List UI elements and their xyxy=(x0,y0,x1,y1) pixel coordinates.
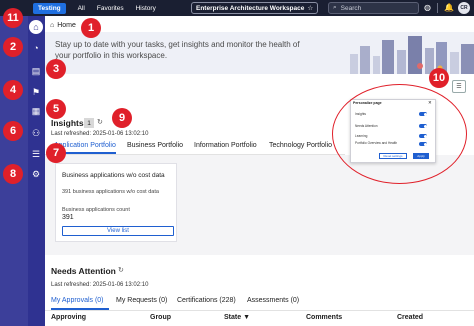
workspace-name: Enterprise Architecture Workspace xyxy=(196,4,305,12)
instance-badge: Testing xyxy=(33,2,66,14)
callout-7: 7 xyxy=(46,143,66,163)
nav-favorites[interactable]: Favorites xyxy=(97,5,124,12)
callout-11: 11 xyxy=(3,8,23,28)
callout-5: 5 xyxy=(46,99,66,119)
column-created[interactable]: Created xyxy=(397,314,423,321)
column-state[interactable]: State ▼ xyxy=(224,314,250,321)
callout-1: 1 xyxy=(81,18,101,38)
tab-certifications[interactable]: Certifications (228) xyxy=(177,297,236,304)
insights-count-badge: 1 xyxy=(84,118,94,128)
hierarchy-icon[interactable]: ⚇ xyxy=(29,126,43,140)
callout-6: 6 xyxy=(3,121,23,141)
nav-all[interactable]: All xyxy=(78,5,85,12)
tab-my-approvals[interactable]: My Approvals (0) xyxy=(51,297,104,304)
card-count-label: Business applications count xyxy=(62,207,130,213)
callout-9: 9 xyxy=(112,108,132,128)
nav-favorites-label: Favorites xyxy=(96,4,124,12)
tab-information-portfolio[interactable]: Information Portfolio xyxy=(194,142,257,149)
column-approving[interactable]: Approving xyxy=(51,314,86,321)
roadmap-icon[interactable]: ⚑ xyxy=(29,85,43,99)
insights-title: Insights xyxy=(51,118,84,128)
highlight-ellipse xyxy=(332,84,467,184)
search-icon: ⌕ xyxy=(333,4,337,11)
city-illustration xyxy=(300,32,474,74)
avatar[interactable]: CR xyxy=(458,2,470,14)
search-placeholder: Search xyxy=(340,4,362,12)
tab-business-portfolio[interactable]: Business Portfolio xyxy=(127,142,183,149)
card-title: Business applications w/o cost data xyxy=(62,172,165,179)
nav-history[interactable]: History xyxy=(136,5,156,12)
settings-icon[interactable]: ⚙ xyxy=(29,167,43,181)
column-comments[interactable]: Comments xyxy=(306,314,342,321)
breadcrumb[interactable]: ⌂ Home xyxy=(50,22,76,29)
personalize-button[interactable]: ☰ xyxy=(452,80,466,93)
column-state-label: State xyxy=(224,314,242,321)
refresh-icon[interactable]: ↻ xyxy=(97,118,103,126)
callout-10: 10 xyxy=(429,68,449,88)
insights-last-refreshed: Last refreshed: 2025-01-06 13:02:10 xyxy=(51,131,149,137)
needs-attention-divider xyxy=(45,310,474,311)
tab-my-requests[interactable]: My Requests (0) xyxy=(116,297,167,304)
nav-history-label: History xyxy=(135,4,156,12)
bell-icon[interactable]: 🔔 xyxy=(444,3,454,12)
portfolio-icon[interactable]: ◔ xyxy=(29,41,43,55)
needs-attention-last-refreshed: Last refreshed: 2025-01-06 13:02:10 xyxy=(51,282,149,288)
column-group[interactable]: Group xyxy=(150,314,171,321)
callout-4: 4 xyxy=(3,80,23,100)
search-input[interactable]: ⌕ Search xyxy=(328,2,419,14)
sliders-icon: ☰ xyxy=(456,84,462,90)
tab-technology-portfolio[interactable]: Technology Portfolio xyxy=(269,142,332,149)
callout-8: 8 xyxy=(3,164,23,184)
callout-2: 2 xyxy=(3,37,23,57)
topbar-divider xyxy=(437,3,438,13)
tab-assessments[interactable]: Assessments (0) xyxy=(247,297,299,304)
report-icon[interactable]: ▦ xyxy=(29,104,43,118)
home-breadcrumb-icon: ⌂ xyxy=(50,22,55,29)
callout-3: 3 xyxy=(46,59,66,79)
needs-attention-refresh-icon[interactable]: ↻ xyxy=(118,266,124,274)
view-list-button[interactable]: View list xyxy=(62,226,174,236)
breadcrumb-label: Home xyxy=(57,22,76,29)
list-icon[interactable]: ☰ xyxy=(29,147,43,161)
briefcase-icon[interactable]: ▤ xyxy=(29,64,43,78)
home-icon[interactable]: ⌂ xyxy=(29,20,43,34)
star-icon[interactable]: ☆ xyxy=(307,4,313,12)
sort-down-icon: ▼ xyxy=(243,314,251,321)
workspace-pill[interactable]: Enterprise Architecture Workspace ☆ xyxy=(191,2,319,14)
globe-icon[interactable]: ◍ xyxy=(424,3,431,12)
card-count: 391 xyxy=(62,214,74,221)
needs-attention-title: Needs Attention xyxy=(51,266,116,276)
card-subtitle: 391 business applications w/o cost data xyxy=(62,189,159,195)
banner-text: Stay up to date with your tasks, get ins… xyxy=(55,40,300,60)
